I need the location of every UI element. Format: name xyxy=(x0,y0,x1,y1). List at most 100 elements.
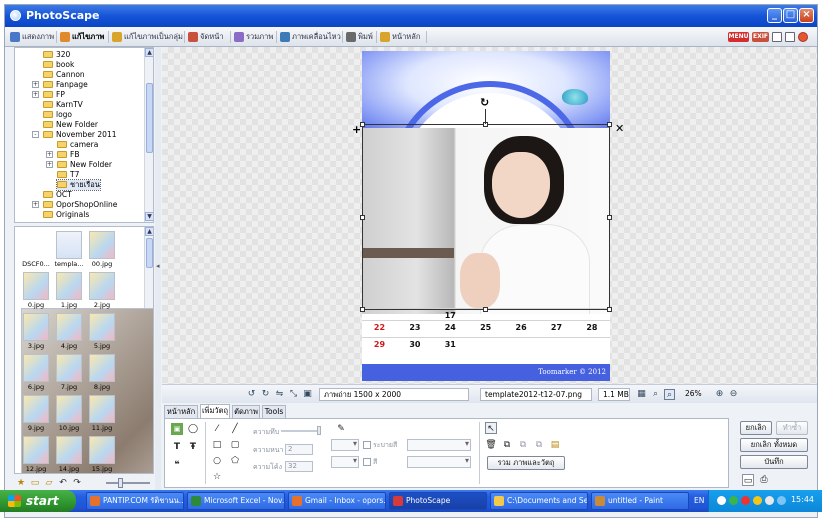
roundness-spinner[interactable]: 32 xyxy=(285,461,313,472)
color-checkbox[interactable] xyxy=(363,458,371,466)
scroll-thumb[interactable] xyxy=(146,83,153,153)
menu-button[interactable]: MENU xyxy=(728,32,749,42)
folder-tree-item[interactable]: ชายเรือน xyxy=(56,179,101,191)
fill-checkbox[interactable] xyxy=(363,441,371,449)
folder-tree-item[interactable]: OporShopOnline xyxy=(43,200,117,210)
rotate-icon[interactable]: ↻ xyxy=(480,97,491,108)
eyedropper-icon[interactable]: ✎ xyxy=(335,423,347,435)
thumbnail-item[interactable]: templa... xyxy=(54,231,84,271)
new-document-icon[interactable]: ▭ xyxy=(742,474,754,486)
tray-app-icon[interactable] xyxy=(753,496,762,505)
resize-handle[interactable] xyxy=(607,122,612,127)
folder-tree[interactable]: ▲ ▼ 320 book Cannon + Fanpage + FP KarnTV logo Ne… xyxy=(14,47,154,223)
help-icon[interactable] xyxy=(798,32,808,42)
folder-tree-item[interactable]: Originals xyxy=(43,210,89,220)
resize-handle[interactable] xyxy=(607,215,612,220)
select-pointer-icon[interactable]: ↖ xyxy=(485,422,497,434)
tree-expander[interactable]: + xyxy=(32,201,39,208)
fill-style-dropdown[interactable] xyxy=(407,439,471,451)
text-style-icon[interactable]: Ŧ xyxy=(187,441,199,453)
line-color-dropdown[interactable] xyxy=(331,456,359,468)
collapse-arrow-icon[interactable]: ◂ xyxy=(156,262,160,270)
opacity-slider[interactable] xyxy=(281,430,321,432)
module-tab[interactable]: หน้าหลัก xyxy=(379,30,420,44)
folder-open-icon[interactable]: ▱ xyxy=(44,478,54,488)
exif-button[interactable]: EXIF xyxy=(752,32,769,42)
scroll-down-arrow-icon[interactable]: ▼ xyxy=(145,212,153,221)
undo-all-button[interactable]: ยกเลิก ทั้งหมด xyxy=(740,438,808,452)
language-indicator[interactable]: EN xyxy=(694,496,704,505)
thumbnail-item[interactable]: 3.jpg xyxy=(21,313,51,353)
crop-frame-icon[interactable]: ▣ xyxy=(302,389,313,400)
thumbnail-item[interactable]: 15.jpg xyxy=(87,436,117,473)
back-arrow-icon[interactable]: ↶ xyxy=(58,478,68,488)
line-icon[interactable]: ╱ xyxy=(229,423,241,435)
close-button[interactable]: × xyxy=(799,8,814,23)
folder-tree-item[interactable]: New Folder xyxy=(57,160,112,170)
thumbnail-item[interactable]: 2.jpg xyxy=(87,272,117,312)
thumbnail-item[interactable]: 1.jpg xyxy=(54,272,84,312)
module-tab[interactable]: รวมภาพ xyxy=(233,30,273,44)
module-tab[interactable]: พิมพ์ xyxy=(345,30,373,44)
folder-tree-item[interactable]: Cannon xyxy=(43,70,85,80)
start-button[interactable]: start xyxy=(0,490,76,512)
rectangle-icon[interactable]: □ xyxy=(211,439,223,451)
folder-tree-item[interactable]: Fanpage xyxy=(43,80,88,90)
favorite-star-icon[interactable]: ★ xyxy=(16,478,26,488)
bring-front-icon[interactable]: ⧉ xyxy=(501,439,513,451)
thumbnail-item[interactable]: 10.jpg xyxy=(54,395,84,435)
tray-network-icon[interactable] xyxy=(729,496,738,505)
module-tab[interactable]: จัดหน้า xyxy=(187,30,224,44)
tray-antivirus-icon[interactable] xyxy=(741,496,750,505)
polygon-icon[interactable]: ⬠ xyxy=(229,455,241,467)
zoom-fit-icon[interactable]: ⌕ xyxy=(650,389,661,400)
minimize-button[interactable]: _ xyxy=(767,8,782,23)
thickness-spinner[interactable]: 2 xyxy=(285,444,313,455)
tray-volume-icon[interactable] xyxy=(765,496,774,505)
fit-icon[interactable]: ⤡ xyxy=(288,389,299,400)
print-icon[interactable]: ⎙ xyxy=(758,474,770,486)
folder-tree-item[interactable]: T7 xyxy=(57,170,79,180)
folder-tree-item[interactable]: November 2011 xyxy=(43,130,117,140)
text-icon[interactable]: T xyxy=(171,441,183,453)
thumbnail-item[interactable]: 11.jpg xyxy=(87,395,117,435)
folder-icon[interactable]: ▭ xyxy=(30,478,40,488)
resize-handle[interactable] xyxy=(360,215,365,220)
folder-tree-item[interactable]: FP xyxy=(43,90,65,100)
scroll-thumb[interactable] xyxy=(146,238,153,268)
window-icon[interactable] xyxy=(772,32,782,42)
thumbnail-item[interactable]: 7.jpg xyxy=(54,354,84,394)
thumbnail-item[interactable]: 14.jpg xyxy=(54,436,84,473)
send-back-icon[interactable]: ⧉ xyxy=(517,439,529,451)
folder-tree-item[interactable]: 320 xyxy=(43,50,70,60)
taskbar-button[interactable]: Microsoft Excel - Nov... xyxy=(187,492,285,510)
folder-tree-scrollbar[interactable]: ▲ ▼ xyxy=(144,48,153,222)
resize-handle[interactable] xyxy=(607,307,612,312)
panel-tab[interactable]: เพิ่มวัตถุ xyxy=(200,404,230,418)
thumbnail-item[interactable]: 9.jpg xyxy=(21,395,51,435)
zoom-out-icon[interactable]: ⊖ xyxy=(728,389,739,400)
maximize-button[interactable]: □ xyxy=(783,8,798,23)
thumbnail-item[interactable]: 4.jpg xyxy=(54,313,84,353)
tree-expander[interactable]: - xyxy=(32,131,39,138)
taskbar-button[interactable]: C:\Documents and Se... xyxy=(490,492,588,510)
merge-objects-button[interactable]: รวม ภาพและวัตถุ xyxy=(487,456,565,470)
speech-bubble-icon[interactable]: ◯ xyxy=(187,423,199,435)
folder-tree-item[interactable]: book xyxy=(43,60,74,70)
flip-icon[interactable]: ⇋ xyxy=(274,389,285,400)
tray-power-icon[interactable] xyxy=(777,496,786,505)
tree-expander[interactable]: + xyxy=(32,81,39,88)
quote-icon[interactable]: ❝ xyxy=(171,459,183,471)
thumbnail-size-slider[interactable] xyxy=(106,482,150,484)
copy-object-icon[interactable]: ⧉ xyxy=(533,439,545,451)
delete-trash-icon[interactable]: 🗑 xyxy=(485,439,497,451)
paste-object-icon[interactable]: ▤ xyxy=(549,439,561,451)
thumbnail-item[interactable]: 8.jpg xyxy=(87,354,117,394)
image-canvas[interactable]: 17 22 23 24 25 26 27 28 29 30 31 Toomarker © 2012 … xyxy=(162,47,817,384)
magic-wand-icon[interactable]: ⁄ xyxy=(211,423,223,435)
folder-tree-item[interactable]: KarnTV xyxy=(43,100,83,110)
line-style-dropdown[interactable] xyxy=(407,456,471,468)
selection-box[interactable] xyxy=(362,124,610,310)
thumbnail-size-slider-knob[interactable] xyxy=(118,478,123,488)
redo-button[interactable]: ทำซ้ำ xyxy=(776,421,808,435)
